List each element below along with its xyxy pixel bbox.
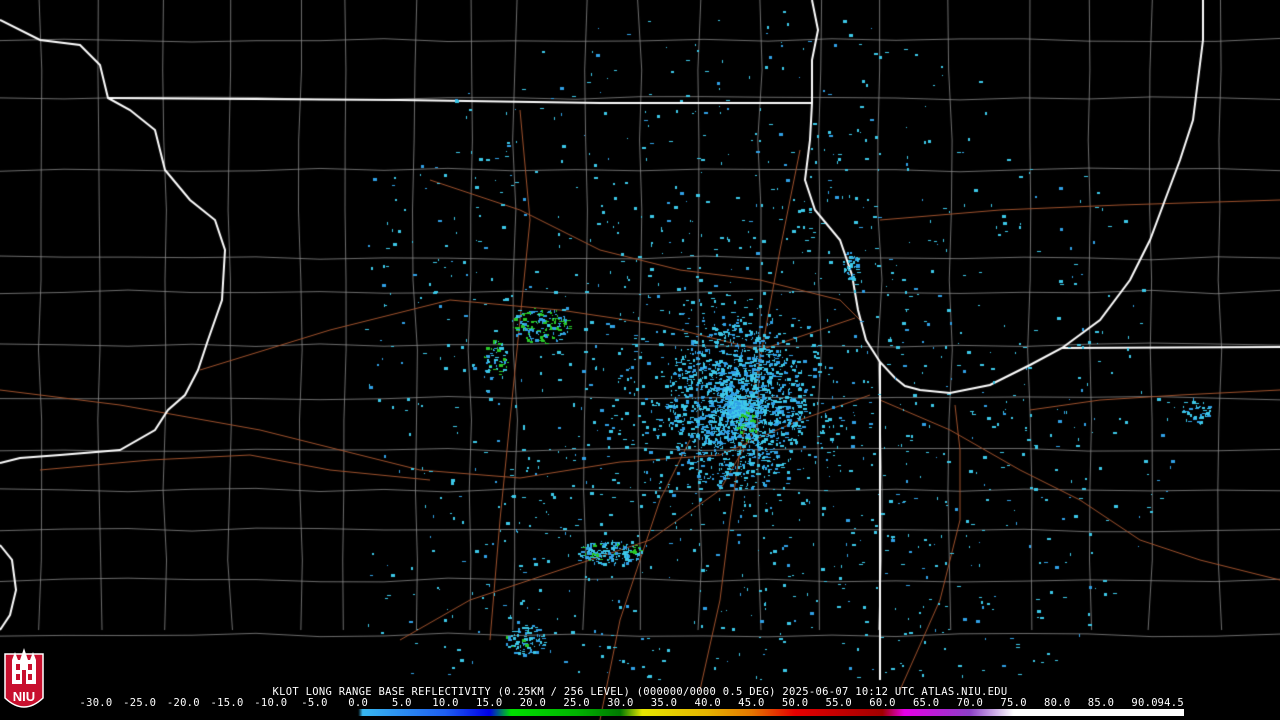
colorbar-tick-label: -15.0: [210, 697, 244, 709]
radar-map: [0, 0, 1280, 720]
colorbar-tick-label: 85.0: [1087, 697, 1115, 709]
colorbar-tick-label: -30.0: [79, 697, 113, 709]
colorbar-tick-label: 30.0: [607, 697, 634, 709]
colorbar-tick-label: 15.0: [476, 697, 503, 709]
colorbar-tick-label: 35.0: [650, 697, 678, 709]
colorbar-tick-label: 5.0: [391, 697, 412, 709]
colorbar-tick-label: -25.0: [123, 697, 157, 709]
colorbar-tick-label: 94.5: [1157, 697, 1184, 709]
colorbar-tick-label: 65.0: [912, 697, 940, 709]
colorbar-tick-label: 70.0: [956, 697, 984, 709]
colorbar-tick-label: -10.0: [254, 697, 288, 709]
colorbar-tick-labels: -30.0 -25.0 -20.0 -15.0 -10.0 -5.0 0.0 5.0 10.0 1…: [0, 697, 1280, 709]
colorbar-tick-label: 55.0: [825, 697, 853, 709]
colorbar-tick-label: 90.0: [1131, 697, 1158, 709]
colorbar-tick-label: 50.0: [781, 697, 809, 709]
colorbar-tick-label: 0.0: [348, 697, 369, 709]
colorbar-tick-label: 60.0: [869, 697, 896, 709]
colorbar-tick-label: 20.0: [519, 697, 547, 709]
colorbar-tick-label: 75.0: [1000, 697, 1027, 709]
colorbar-tick-label: -20.0: [166, 697, 200, 709]
colorbar-tick-label: 25.0: [563, 697, 590, 709]
colorbar-tick-label: 10.0: [432, 697, 459, 709]
reflectivity-colorbar: [96, 709, 1184, 716]
colorbar-tick-label: -5.0: [301, 697, 328, 709]
colorbar-tick-label: 40.0: [694, 697, 721, 709]
colorbar-tick-label: 80.0: [1044, 697, 1071, 709]
colorbar-tick-label: 45.0: [738, 697, 765, 709]
